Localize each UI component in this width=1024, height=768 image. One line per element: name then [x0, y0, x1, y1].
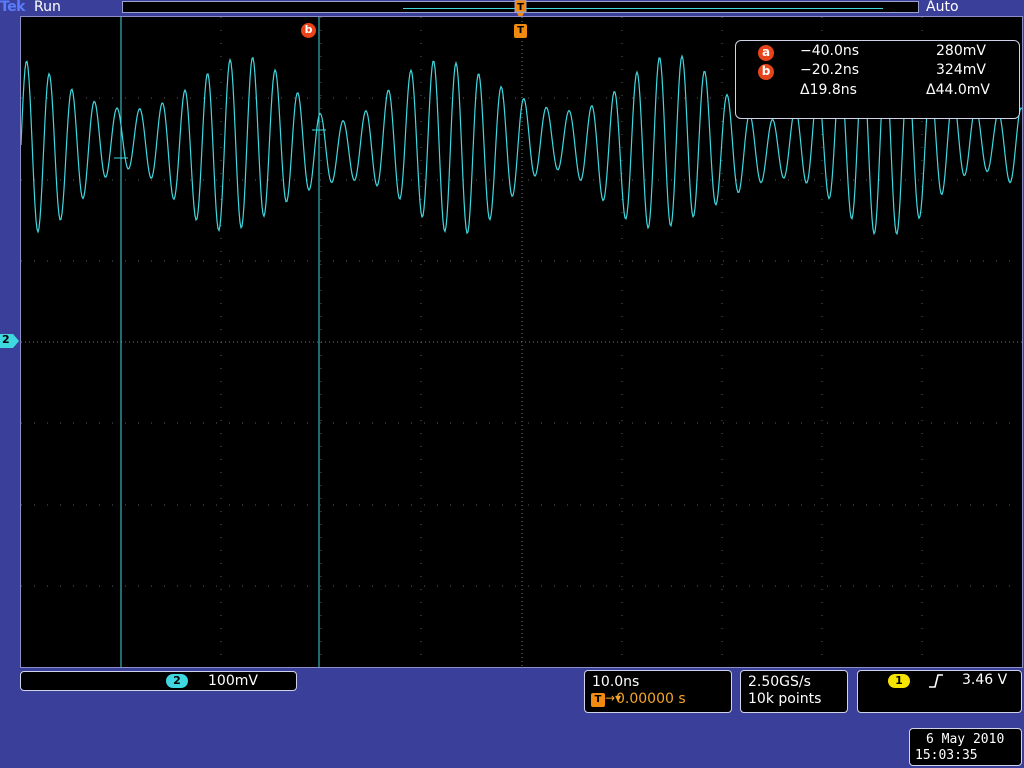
record-window-indicator: [403, 8, 883, 9]
date-time-box: 6 May 2010 15:03:35: [909, 728, 1022, 766]
time-per-div: 10.0ns: [592, 674, 640, 690]
channel2-volts-per-div: 100mV: [208, 673, 258, 689]
cursor-delta-voltage: Δ44.0mV: [926, 82, 990, 98]
cursor-b-voltage: 324mV: [936, 62, 986, 78]
brand-logo: Tek: [0, 0, 26, 15]
cursor-a-time: −40.0ns: [800, 43, 860, 59]
cursor-b-badge: b: [758, 64, 774, 80]
channel2-ground-marker[interactable]: 2: [0, 333, 20, 349]
sample-rate: 2.50GS/s: [748, 674, 811, 690]
trigger-settings-box[interactable]: 1 3.46 V: [857, 670, 1022, 713]
horizontal-position: 0.00000 s: [616, 691, 686, 707]
record-length: 10k points: [748, 691, 822, 707]
trigger-time-marker[interactable]: T: [514, 24, 527, 38]
horizontal-timebase-box[interactable]: 10.0ns T →▾ 0.00000 s: [584, 670, 732, 713]
cursor-b-time: −20.2ns: [800, 62, 860, 78]
cursor-readout-panel: a −40.0ns 280mV b −20.2ns 324mV Δ19.8ns …: [735, 40, 1020, 119]
svg-text:T: T: [517, 2, 524, 13]
channel2-badge: 2: [166, 674, 188, 688]
cursor-delta-time: Δ19.8ns: [800, 82, 857, 98]
trigger-mode[interactable]: Auto: [926, 0, 959, 15]
channel2-scale-box[interactable]: 2 100mV: [20, 671, 297, 691]
channel2-marker-label: 2: [2, 333, 10, 346]
top-status-bar: Tek Run T Auto: [0, 0, 1024, 20]
trigger-source-badge: 1: [888, 674, 910, 688]
time: 15:03:35: [915, 748, 978, 763]
cursor-a-voltage: 280mV: [936, 43, 986, 59]
acquisition-box[interactable]: 2.50GS/s 10k points: [740, 670, 848, 713]
cursor-b-marker[interactable]: b: [301, 23, 316, 38]
trigger-position-icon: T: [591, 693, 605, 707]
date: 6 May 2010: [926, 732, 1005, 747]
rising-edge-icon: [929, 674, 943, 688]
run-state[interactable]: Run: [34, 0, 61, 15]
cursor-a-badge: a: [758, 45, 774, 61]
trigger-level: 3.46 V: [962, 672, 1008, 688]
